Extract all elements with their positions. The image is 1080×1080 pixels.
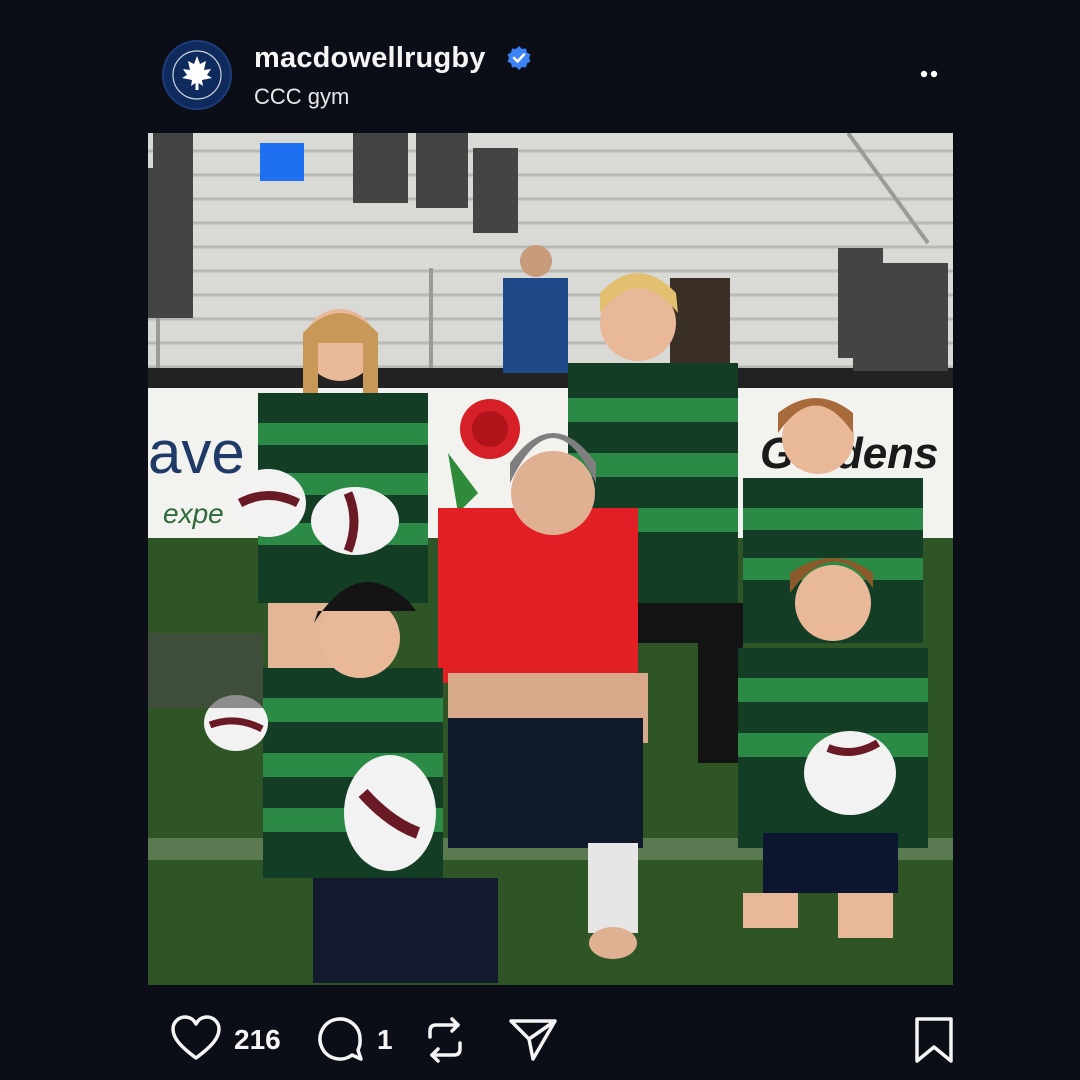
like-count[interactable]: 216 (234, 1024, 281, 1056)
username[interactable]: macdowellrugby (254, 42, 486, 75)
post-header: macdowellrugby CCC gym (162, 40, 952, 112)
post-location[interactable]: CCC gym (254, 84, 349, 110)
maple-leaf-rugby-logo-icon (166, 44, 228, 106)
rugby-team-photo: ave expe Gardens bia (148, 133, 953, 985)
share-icon[interactable] (507, 1015, 559, 1065)
profile-avatar[interactable] (162, 40, 232, 110)
banner-text-left-small: expe (163, 498, 224, 529)
bookmark-icon[interactable] (912, 1015, 956, 1065)
banner-text-left: ave (148, 419, 245, 486)
comment-icon[interactable] (316, 1015, 366, 1065)
post-photo[interactable]: ave expe Gardens bia (148, 133, 953, 985)
comment-count[interactable]: 1 (377, 1024, 393, 1056)
verified-badge-icon (507, 46, 531, 70)
more-dots-icon[interactable] (912, 62, 952, 86)
repost-icon[interactable] (422, 1015, 468, 1065)
action-bar: 216 1 (0, 1010, 1080, 1070)
heart-icon[interactable] (170, 1014, 222, 1064)
